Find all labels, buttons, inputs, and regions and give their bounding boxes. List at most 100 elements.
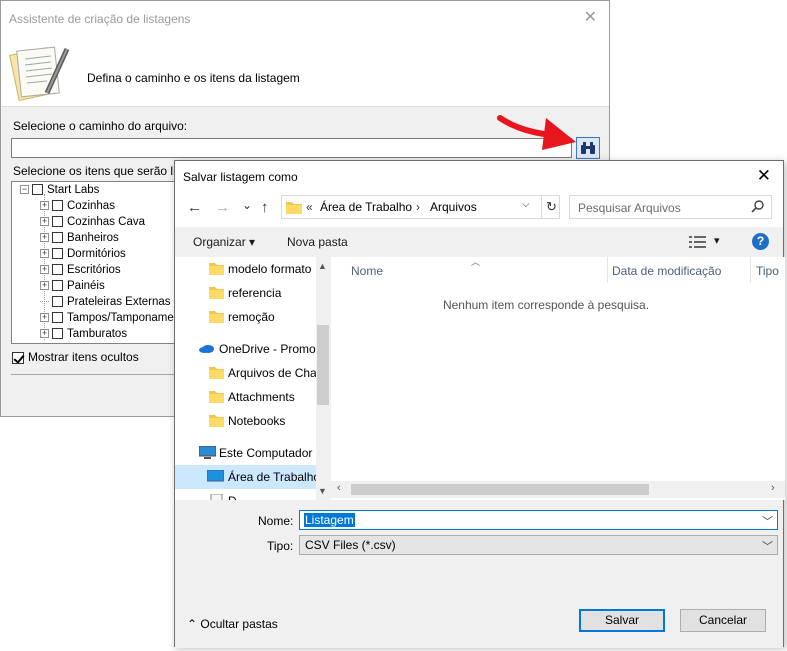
- nav-pane-scrollbar[interactable]: ▲ ▼: [316, 257, 330, 500]
- tree-item[interactable]: + Cozinhas Cava: [40, 214, 145, 230]
- tree-checkbox[interactable]: [52, 312, 63, 324]
- filename-input[interactable]: Listagem ﹀: [299, 510, 778, 530]
- tree-checkbox[interactable]: [52, 328, 63, 340]
- scroll-left-icon[interactable]: ‹: [337, 482, 341, 494]
- dialog-titlebar: Salvar listagem como ✕: [175, 161, 783, 191]
- help-icon[interactable]: ?: [752, 233, 769, 250]
- tree-checkbox[interactable]: [52, 200, 63, 212]
- organize-button[interactable]: Organizar ▾: [193, 235, 255, 249]
- tree-checkbox[interactable]: [52, 248, 63, 260]
- view-dropdown-icon[interactable]: ▾: [714, 234, 720, 247]
- tree-item[interactable]: + Tampos/Tamponamentos: [40, 310, 174, 326]
- forward-arrow-icon[interactable]: →: [215, 200, 230, 216]
- refresh-icon[interactable]: ↻: [541, 196, 561, 218]
- new-folder-button[interactable]: Nova pasta: [287, 235, 348, 249]
- filetype-select[interactable]: CSV Files (*.csv) ﹀: [299, 535, 778, 555]
- up-arrow-icon[interactable]: ↑: [261, 200, 269, 216]
- tree-label: Start Labs: [47, 184, 100, 196]
- recent-locations-chevron-icon[interactable]: ⌄: [242, 197, 252, 213]
- chevron-down-icon[interactable]: ﹀: [762, 538, 773, 554]
- tree-item[interactable]: + Cozinhas: [40, 198, 115, 214]
- nav-item-notebooks[interactable]: Notebooks: [175, 409, 316, 433]
- wizard-close-button[interactable]: ✕: [584, 10, 597, 26]
- tree-item[interactable]: + Banheiros: [40, 230, 119, 246]
- tree-item[interactable]: + Painéis: [40, 278, 105, 294]
- tree-checkbox[interactable]: [52, 296, 63, 308]
- nav-item-modelo-formato[interactable]: modelo formato: [175, 257, 316, 281]
- scroll-down-icon[interactable]: ▼: [318, 486, 327, 496]
- computer-icon: [199, 446, 216, 459]
- tree-checkbox[interactable]: [52, 280, 63, 292]
- navigation-pane[interactable]: modelo formato referencia remoção OneDri…: [175, 257, 330, 500]
- back-arrow-icon[interactable]: ←: [187, 200, 202, 216]
- view-options-icon[interactable]: [689, 235, 707, 249]
- expand-icon[interactable]: +: [40, 233, 49, 243]
- tree-item[interactable]: + Tamburatos: [40, 326, 127, 342]
- file-list[interactable]: ︿ Nome Data de modificação Tipo Nenhum i…: [331, 257, 785, 500]
- scroll-up-icon[interactable]: ▲: [318, 261, 327, 271]
- tree-checkbox[interactable]: [32, 184, 43, 196]
- address-dropdown-icon[interactable]: ⌵: [522, 199, 530, 210]
- tree-checkbox[interactable]: [52, 232, 63, 244]
- desktop-icon: [207, 470, 224, 482]
- sort-caret-icon: ︿: [471, 257, 481, 267]
- show-hidden-label: Mostrar itens ocultos: [28, 350, 139, 364]
- filename-value[interactable]: Listagem: [304, 513, 355, 527]
- address-bar[interactable]: « Área de Trabalho › Arquivos ⌵ ↻: [281, 195, 560, 219]
- nav-item-attachments[interactable]: Attachments: [175, 385, 316, 409]
- folder-icon: [209, 391, 224, 403]
- dialog-close-button[interactable]: ✕: [757, 166, 771, 186]
- collapse-icon[interactable]: −: [20, 185, 29, 195]
- expand-icon[interactable]: +: [40, 329, 49, 339]
- tree-item[interactable]: + Escritórios: [40, 262, 121, 278]
- breadcrumb-arquivos[interactable]: Arquivos: [430, 200, 477, 214]
- nav-item-onedrive[interactable]: OneDrive - Promo: [175, 337, 316, 361]
- search-placeholder: Pesquisar Arquivos: [578, 201, 681, 215]
- tree-checkbox[interactable]: [52, 264, 63, 276]
- tree-checkbox[interactable]: [52, 216, 63, 228]
- column-divider[interactable]: [607, 257, 608, 283]
- tree-label: Painéis: [67, 280, 105, 292]
- expand-icon[interactable]: +: [40, 265, 49, 275]
- nav-item-remocao[interactable]: remoção: [175, 305, 316, 329]
- column-divider[interactable]: [750, 257, 751, 283]
- scrollbar-thumb[interactable]: [317, 325, 329, 405]
- tree-item[interactable]: + Dormitórios: [40, 246, 126, 262]
- nav-item-referencia[interactable]: referencia: [175, 281, 316, 305]
- search-box[interactable]: Pesquisar Arquivos: [569, 195, 772, 219]
- tree-item[interactable]: Prateleiras Externas: [40, 294, 171, 310]
- expand-icon[interactable]: +: [40, 281, 49, 291]
- column-header-name[interactable]: Nome: [351, 264, 383, 278]
- horizontal-scrollbar[interactable]: ‹ ›: [331, 481, 785, 498]
- expand-icon[interactable]: +: [40, 201, 49, 211]
- path-input[interactable]: [11, 138, 572, 158]
- tree-root[interactable]: − Start Labs: [20, 182, 99, 198]
- checkbox-checked-icon[interactable]: [12, 351, 24, 364]
- tree-connector: [40, 301, 49, 303]
- hide-folders-button[interactable]: ⌃ Ocultar pastas: [187, 617, 278, 631]
- expand-icon[interactable]: +: [40, 313, 49, 323]
- scrollbar-thumb[interactable]: [351, 484, 649, 495]
- search-icon[interactable]: [751, 199, 765, 213]
- address-overflow[interactable]: «: [306, 200, 313, 214]
- chevron-down-icon[interactable]: ﹀: [762, 513, 773, 529]
- column-header-date[interactable]: Data de modificação: [612, 264, 721, 278]
- folder-icon: [286, 202, 302, 214]
- breadcrumb-desktop[interactable]: Área de Trabalho: [320, 200, 412, 214]
- nav-item-area-de-trabalho[interactable]: Área de Trabalho: [175, 465, 316, 489]
- dialog-title: Salvar listagem como: [183, 170, 298, 184]
- cancel-button[interactable]: Cancelar: [680, 609, 766, 632]
- folder-icon: [209, 415, 224, 427]
- nav-item-arquivos-de-chat[interactable]: Arquivos de Cha: [175, 361, 316, 385]
- column-header-type[interactable]: Tipo: [756, 264, 779, 278]
- scroll-right-icon[interactable]: ›: [771, 482, 775, 494]
- items-tree[interactable]: − Start Labs + Cozinhas + Cozinhas Cava + Ba…: [11, 181, 175, 344]
- expand-icon[interactable]: +: [40, 217, 49, 227]
- nav-item-label: Área de Trabalho: [228, 470, 316, 484]
- breadcrumb-separator[interactable]: ›: [416, 200, 420, 214]
- save-button[interactable]: Salvar: [579, 609, 665, 632]
- nav-item-este-computador[interactable]: Este Computador: [175, 441, 316, 465]
- show-hidden-checkbox[interactable]: Mostrar itens ocultos: [12, 350, 139, 364]
- expand-icon[interactable]: +: [40, 249, 49, 259]
- nav-item-documents[interactable]: D: [175, 489, 316, 500]
